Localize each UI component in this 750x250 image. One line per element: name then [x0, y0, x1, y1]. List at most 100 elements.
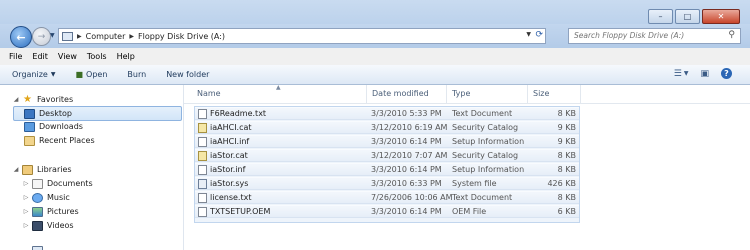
column-header-date[interactable]: Date modified	[372, 89, 429, 98]
file-date: 3/3/2010 6:14 PM	[371, 207, 442, 216]
column-header-type[interactable]: Type	[452, 89, 470, 98]
expand-icon[interactable]: ▷	[22, 208, 30, 215]
organize-button[interactable]: Organize ▼	[12, 70, 55, 79]
menu-help[interactable]: Help	[117, 52, 135, 61]
open-label: Open	[86, 70, 108, 79]
documents-icon	[32, 178, 43, 189]
videos-icon	[32, 220, 43, 231]
search-box[interactable]: ⚲	[568, 28, 741, 44]
file-type: Security Catalog	[452, 151, 519, 160]
menu-edit[interactable]: Edit	[32, 52, 48, 61]
expand-icon[interactable]: ▷	[22, 180, 30, 187]
file-row[interactable]: iaStor.sys 3/3/2010 6:33 PM System file …	[195, 177, 579, 190]
view-dropdown-icon[interactable]: ▼	[684, 70, 689, 77]
preview-pane-icon[interactable]: ▣	[700, 69, 709, 79]
file-type: Security Catalog	[452, 123, 519, 132]
computer-icon	[62, 31, 73, 41]
maximize-button[interactable]: □	[675, 9, 700, 24]
minimize-button[interactable]: –	[648, 9, 673, 24]
nav-downloads[interactable]: Downloads	[14, 120, 83, 133]
column-divider[interactable]	[366, 85, 367, 103]
oem-file-icon	[198, 207, 207, 217]
nav-label: Downloads	[39, 122, 83, 131]
desktop-icon	[24, 108, 35, 119]
column-header-name[interactable]: Name	[197, 89, 221, 98]
minimize-icon: –	[658, 12, 663, 21]
column-divider[interactable]	[527, 85, 528, 103]
change-view-icon[interactable]: ☰	[674, 69, 682, 79]
nav-favorites[interactable]: ◢ ★ Favorites	[12, 93, 73, 106]
breadcrumb-computer[interactable]: Computer	[86, 32, 126, 41]
expand-icon[interactable]: ▷	[22, 222, 30, 229]
address-dropdown-icon[interactable]: ▼	[526, 31, 531, 38]
new-folder-label: New folder	[166, 70, 210, 79]
breadcrumb-separator-icon[interactable]: ▶	[77, 33, 82, 40]
nav-desktop[interactable]: Desktop	[13, 106, 182, 121]
nav-videos[interactable]: ▷ Videos	[22, 219, 74, 232]
column-divider[interactable]	[580, 85, 581, 103]
file-name: iaAHCI.inf	[210, 137, 250, 146]
file-date: 3/3/2010 6:33 PM	[371, 179, 442, 188]
nav-recent-places[interactable]: Recent Places	[14, 134, 95, 147]
back-button[interactable]: ←	[10, 26, 32, 48]
burn-label: Burn	[127, 70, 147, 79]
nav-label: Music	[47, 193, 70, 202]
file-row[interactable]: TXTSETUP.OEM 3/3/2010 6:14 PM OEM File 6…	[195, 205, 579, 218]
file-size: 8 KB	[557, 109, 576, 118]
breadcrumb-separator-icon[interactable]: ▶	[129, 33, 134, 40]
setup-information-icon	[198, 137, 207, 147]
nav-pictures[interactable]: ▷ Pictures	[22, 205, 79, 218]
caption-buttons: – □ ✕	[646, 9, 740, 24]
file-row[interactable]: F6Readme.txt 3/3/2010 5:33 PM Text Docum…	[195, 107, 579, 120]
address-bar[interactable]: ▶ Computer ▶ Floppy Disk Drive (A:) ▼ ⟳	[58, 28, 546, 44]
file-size: 9 KB	[557, 137, 576, 146]
file-row[interactable]: license.txt 7/26/2006 10:06 AM Text Docu…	[195, 191, 579, 204]
search-icon[interactable]: ⚲	[728, 30, 735, 40]
nav-label: Libraries	[37, 165, 72, 174]
menu-tools[interactable]: Tools	[87, 52, 107, 61]
refresh-icon[interactable]: ⟳	[535, 30, 543, 40]
menu-file[interactable]: File	[9, 52, 22, 61]
maximize-icon: □	[683, 12, 692, 21]
file-type: OEM File	[452, 207, 487, 216]
column-header-size[interactable]: Size	[533, 89, 549, 98]
file-size: 8 KB	[557, 165, 576, 174]
file-row[interactable]: iaAHCI.cat 3/12/2010 6:19 AM Security Ca…	[195, 121, 579, 134]
file-type: System file	[452, 179, 497, 188]
nav-music[interactable]: ▷ Music	[22, 191, 70, 204]
text-file-icon	[198, 193, 207, 203]
column-header-row: ▲ Name Date modified Type Size	[184, 84, 750, 104]
file-list-pane: ▲ Name Date modified Type Size F6Readme.…	[184, 84, 750, 250]
recent-pages-dropdown[interactable]: ▼	[50, 32, 55, 39]
collapse-icon[interactable]: ◢	[12, 96, 20, 103]
file-row[interactable]: iaStor.inf 3/3/2010 6:14 PM Setup Inform…	[195, 163, 579, 176]
file-row[interactable]: iaStor.cat 3/12/2010 7:07 AM Security Ca…	[195, 149, 579, 162]
setup-information-icon	[198, 165, 207, 175]
nav-label: Documents	[47, 179, 93, 188]
file-date: 7/26/2006 10:06 AM	[371, 193, 453, 202]
new-folder-button[interactable]: New folder	[166, 70, 209, 79]
file-size: 8 KB	[557, 193, 576, 202]
help-icon[interactable]: ?	[721, 68, 732, 79]
expand-icon[interactable]: ▷	[22, 194, 30, 201]
breadcrumb-floppy-drive[interactable]: Floppy Disk Drive (A:)	[138, 32, 225, 41]
collapse-icon[interactable]: ◢	[12, 166, 20, 173]
forward-button[interactable]: →	[32, 27, 51, 46]
menu-view[interactable]: View	[58, 52, 77, 61]
file-size: 9 KB	[557, 123, 576, 132]
forward-arrow-icon: →	[37, 31, 46, 42]
close-button[interactable]: ✕	[702, 9, 740, 24]
file-row[interactable]: iaAHCI.inf 3/3/2010 6:14 PM Setup Inform…	[195, 135, 579, 148]
open-button[interactable]: ■ Open	[75, 70, 107, 79]
column-divider[interactable]	[446, 85, 447, 103]
file-name: F6Readme.txt	[210, 109, 267, 118]
security-catalog-icon	[198, 151, 207, 161]
file-date: 3/3/2010 6:14 PM	[371, 137, 442, 146]
title-bar: – □ ✕	[0, 0, 750, 24]
burn-button[interactable]: Burn	[127, 70, 146, 79]
search-input[interactable]	[574, 29, 724, 42]
text-file-icon	[198, 109, 207, 119]
nav-computer[interactable]	[22, 244, 47, 250]
nav-documents[interactable]: ▷ Documents	[22, 177, 93, 190]
nav-libraries[interactable]: ◢ Libraries	[12, 163, 72, 176]
